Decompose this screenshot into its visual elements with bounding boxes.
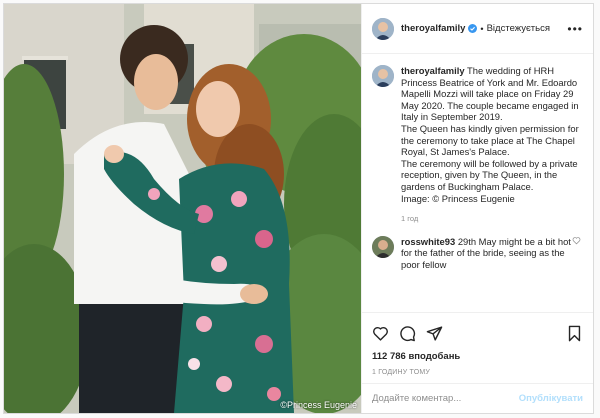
comment-avatar[interactable] <box>372 235 394 258</box>
comment-username[interactable]: rosswhite93 <box>401 236 455 247</box>
caption-line-2: The Queen has kindly given permission fo… <box>401 122 579 158</box>
bookmark-icon[interactable] <box>566 325 583 342</box>
post-modal: ©Princess Eugenie theroyalfamily • Відст… <box>3 3 594 414</box>
post-side-panel: theroyalfamily • Відстежується ••• thero… <box>361 4 593 413</box>
avatar-image <box>372 235 394 258</box>
comment-input[interactable] <box>372 393 519 404</box>
caption-line-3: The ceremony will be followed by a priva… <box>401 157 578 192</box>
caption-age[interactable]: 1 год <box>401 213 583 225</box>
comment-text: rosswhite93 29th May might be a bit hot … <box>401 236 583 271</box>
avatar[interactable] <box>372 17 394 40</box>
comment: rosswhite93 29th May might be a bit hot … <box>372 235 583 271</box>
header-username[interactable]: theroyalfamily <box>401 23 465 34</box>
heart-icon[interactable] <box>372 325 389 342</box>
photo-credit: ©Princess Eugenie <box>280 400 357 410</box>
caption: theroyalfamily The wedding of HRH Prince… <box>372 65 583 225</box>
following-button[interactable]: Відстежується <box>487 23 550 34</box>
caption-avatar[interactable] <box>372 65 394 87</box>
more-dots-icon[interactable]: ••• <box>567 22 583 36</box>
comment-like-heart-icon[interactable] <box>572 236 581 245</box>
action-icons <box>372 321 583 345</box>
post-photo[interactable]: ©Princess Eugenie <box>4 4 361 413</box>
instagram-window: ©Princess Eugenie theroyalfamily • Відст… <box>0 0 600 418</box>
comment-icon[interactable] <box>399 325 416 342</box>
publish-button[interactable]: Опублікувати <box>519 393 583 404</box>
post-actions: 112 786 вподобань 1 ГОДИНУ ТОМУ <box>362 312 593 376</box>
couple-photo-illustration <box>4 4 361 413</box>
verified-badge-icon <box>468 24 478 33</box>
caption-line-4: Image: © Princess Eugenie <box>401 192 515 204</box>
post-header: theroyalfamily • Відстежується ••• <box>362 4 593 54</box>
caption-text: theroyalfamily The wedding of HRH Prince… <box>401 65 583 225</box>
likes-count[interactable]: 112 786 вподобань <box>372 351 583 362</box>
header-separator: • <box>480 23 484 34</box>
caption-username[interactable]: theroyalfamily <box>401 65 465 76</box>
avatar-image <box>372 65 394 87</box>
share-icon[interactable] <box>426 325 443 342</box>
post-time[interactable]: 1 ГОДИНУ ТОМУ <box>372 369 583 376</box>
avatar-image <box>372 17 394 40</box>
add-comment-bar: Опублікувати <box>362 383 593 413</box>
comments-section: theroyalfamily The wedding of HRH Prince… <box>362 55 593 312</box>
